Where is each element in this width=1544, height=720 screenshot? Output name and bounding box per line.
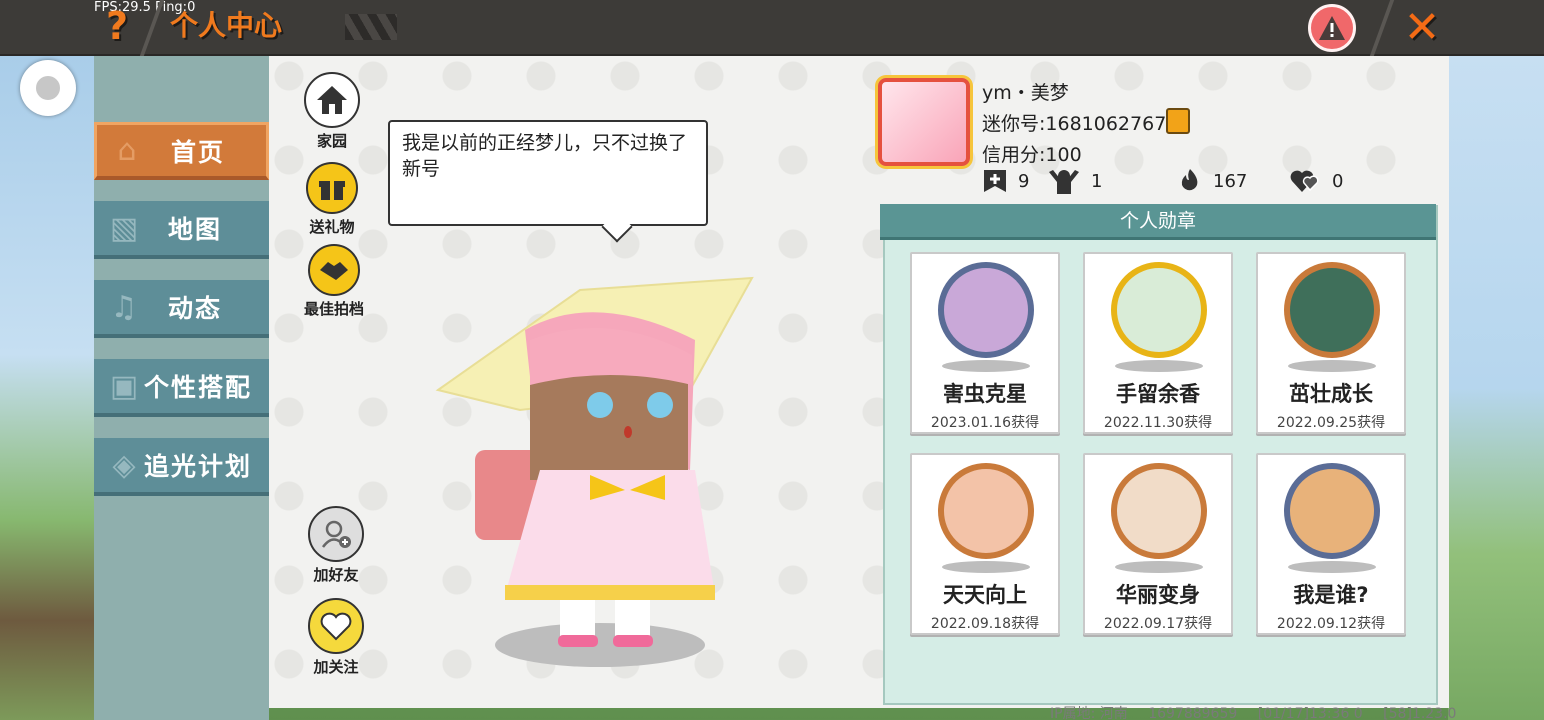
uid-text: 1697889659 [1148,706,1238,720]
nav-item-label: 地图 [168,215,223,244]
medals-title: 个人勋章 [880,204,1436,240]
close-button[interactable]: ✕ [1398,4,1446,52]
help-button[interactable]: ? [106,4,128,48]
hearts-icon [1290,170,1319,192]
nav-item-label: 动态 [168,294,223,323]
handshake-icon [308,244,360,296]
report-button[interactable] [1308,4,1356,52]
medal-card[interactable]: 手留余香 2022.11.30获得 [1083,252,1233,434]
medal-date: 2022.09.18获得 [930,616,1040,632]
nav-item-label: 个性搭配 [144,373,253,402]
mini-id: 迷你号:1681062767 [982,113,1167,135]
medal-shadow [942,561,1030,573]
medal-shadow [1115,561,1203,573]
add-friend-button[interactable]: 加好友 [308,506,364,585]
heart-icon [308,598,364,654]
home-label: 家园 [316,132,347,150]
partner-label: 最佳拍档 [304,300,365,318]
medal-badge-icon [1284,262,1380,358]
follow-label: 加关注 [313,658,359,676]
player-name: ym・美梦 [982,82,1069,104]
decorative-stripes [345,14,397,40]
medal-card[interactable]: 我是谁? 2022.09.12获得 [1256,453,1406,635]
timestamp: [01/17]13:36 0 [1257,706,1363,720]
medal-date: 2022.11.30获得 [1103,415,1213,431]
character-avatar [435,276,754,667]
bell-icon: ♫ [110,289,138,325]
fans-icon [1049,170,1079,194]
flame-icon [1181,169,1198,191]
background-scene-left [0,56,94,720]
stat-value: 167 [1213,170,1248,192]
medal-date: 2022.09.25获得 [1276,415,1386,431]
medal-shadow [1288,360,1376,372]
nav-item-label: 追光计划 [144,452,253,481]
stat-value: 9 [1018,170,1030,192]
stat-value: 0 [1332,170,1344,192]
sparkle-plan-icon: ◈ [112,447,136,483]
medal-name: 我是谁? [1293,583,1369,607]
bookmark-plus-icon [984,170,1006,192]
ip-location: IP属地: 河南 [1050,706,1128,720]
nav-item-activity[interactable]: ♫ 动态 [94,280,269,338]
gift-button[interactable]: 送礼物 [306,162,358,237]
page-title: 个人中心 [170,9,283,42]
nav-item-outfit[interactable]: ▣ 个性搭配 [94,359,269,417]
medal-shadow [1115,360,1203,372]
partner-button[interactable]: 最佳拍档 [304,244,364,319]
medal-date: 2023.01.16获得 [930,415,1040,431]
add-friend-icon [308,506,364,562]
nav-item-label: 首页 [171,137,226,167]
house-icon: ⌂ [117,133,137,168]
footer-info: IP属地: 河南 1697889659 [01/17]13:36 0 [58]1… [1050,703,1472,720]
medal-name: 华丽变身 [1116,583,1200,607]
stat-popularity: 167 [1177,168,1247,194]
stat-fans: 1 [1047,168,1102,194]
medal-date: 2022.09.12获得 [1276,616,1386,632]
gift-label: 送礼物 [309,218,355,236]
divider [1369,0,1395,56]
medal-badge-icon [938,463,1034,559]
medal-shadow [942,360,1030,372]
version-text: [58]1.23.0 [1383,706,1457,720]
warning-icon [1319,16,1345,40]
floating-circle-button[interactable] [20,60,76,116]
house-icon [304,72,360,128]
home-button[interactable]: 家园 [304,72,360,151]
avatar[interactable] [878,78,970,166]
top-bar: FPS:29.5 Ping:0 ? 个人中心 ✕ [0,0,1544,56]
nav-item-map[interactable]: ▧ 地图 [94,201,269,259]
medal-badge-icon [1284,463,1380,559]
stat-value: 1 [1091,170,1103,192]
medal-date: 2022.09.17获得 [1103,616,1213,632]
add-friend-label: 加好友 [313,566,359,584]
medal-shadow [1288,561,1376,573]
medal-card[interactable]: 华丽变身 2022.09.17获得 [1083,453,1233,635]
speech-bubble: 我是以前的正经梦儿，只不过换了新号 [388,120,708,226]
copy-icon[interactable] [1166,108,1190,134]
credit-score: 信用分:100 [982,144,1082,166]
medal-badge-icon [1111,262,1207,358]
medal-badge-icon [1111,463,1207,559]
medal-card[interactable]: 害虫克星 2023.01.16获得 [910,252,1060,434]
follow-button[interactable]: 加关注 [308,598,364,677]
stat-likes: 0 [1290,168,1343,194]
nav-item-plan[interactable]: ◈ 追光计划 [94,438,269,496]
medal-name: 害虫克星 [943,382,1027,406]
medal-name: 手留余香 [1116,382,1200,406]
outfit-icon: ▣ [109,368,139,404]
medal-card[interactable]: 天天向上 2022.09.18获得 [910,453,1060,635]
nav-item-home[interactable]: ⌂ 首页 [94,122,269,180]
medal-badge-icon [938,262,1034,358]
stat-collect: 9 [982,168,1029,194]
gift-icon [306,162,358,214]
medal-card[interactable]: 茁壮成长 2022.09.25获得 [1256,252,1406,434]
background-scene-right [1448,56,1544,720]
medal-name: 茁壮成长 [1289,382,1373,406]
sidebar-nav: ⌂ 首页 ▧ 地图 ♫ 动态 ▣ 个性搭配 ◈ 追光计划 [94,56,269,720]
map-icon: ▧ [109,210,139,246]
medal-name: 天天向上 [943,583,1027,607]
